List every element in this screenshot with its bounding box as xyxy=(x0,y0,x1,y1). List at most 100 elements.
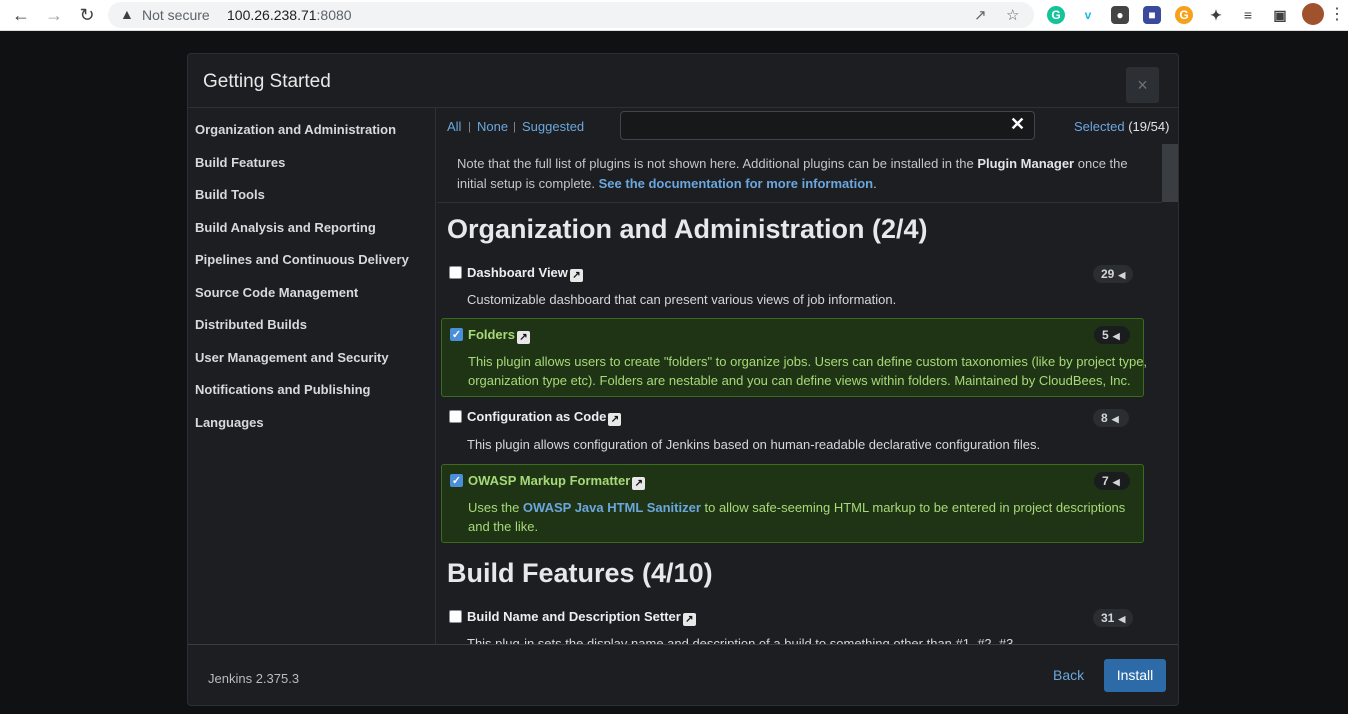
external-link-icon[interactable]: ↗ xyxy=(516,331,530,344)
spy-extension-icon[interactable]: ● xyxy=(1111,6,1129,24)
share-icon[interactable]: ↗ xyxy=(974,6,987,24)
external-link-icon[interactable]: ↗ xyxy=(608,413,622,426)
forward-arrow-icon[interactable]: → xyxy=(42,4,66,26)
caret-left-icon: ◀ xyxy=(1112,477,1120,487)
dependency-count-badge[interactable]: 29 ◀ xyxy=(1093,265,1134,283)
dialog-header: Getting Started × xyxy=(188,54,1178,108)
plugin-name[interactable]: Configuration as Code ↗ xyxy=(467,409,622,426)
plugin-description: This plug-in sets the display name and d… xyxy=(467,636,1017,644)
plugin-toolbar: All | None | Suggested ✕ Selected (19/54… xyxy=(437,108,1178,144)
clear-search-icon[interactable]: ✕ xyxy=(1010,114,1025,135)
plugin-name[interactable]: Dashboard View ↗ xyxy=(467,265,583,282)
install-button[interactable]: Install xyxy=(1104,659,1166,692)
sidebar-item-notifications[interactable]: Notifications and Publishing xyxy=(195,382,371,397)
badge-count: 7 xyxy=(1102,474,1109,488)
side-panel-icon[interactable]: ▣ xyxy=(1271,6,1289,24)
plugin-description: This plugin allows users to create "fold… xyxy=(468,354,1148,388)
documentation-link[interactable]: See the documentation for more informati… xyxy=(599,176,873,191)
select-all-link[interactable]: All xyxy=(447,119,461,134)
back-button[interactable]: Back xyxy=(1053,667,1084,683)
plugin-row[interactable]: Build Name and Description Setter ↗ 31 ◀ T… xyxy=(441,602,1144,644)
plugin-search-input[interactable] xyxy=(620,111,1035,140)
sidebar-item-user-management[interactable]: User Management and Security xyxy=(195,350,389,365)
address-bar[interactable]: ▲ Not secure 100.26.238.71:8080 ↗ ☆ xyxy=(108,2,1034,28)
plugin-checkbox[interactable] xyxy=(449,410,462,423)
plugin-list-scrollbar[interactable] xyxy=(1162,144,1178,644)
plugin-row[interactable]: ✓ OWASP Markup Formatter ↗ 7 ◀ Uses the OW… xyxy=(441,464,1144,543)
badge-count: 5 xyxy=(1102,328,1109,342)
caret-left-icon: ◀ xyxy=(1112,331,1120,341)
security-label[interactable]: Not secure xyxy=(142,7,210,23)
dependency-count-badge[interactable]: 8 ◀ xyxy=(1093,409,1129,427)
separator: | xyxy=(513,121,516,133)
sidebar-item-build-tools[interactable]: Build Tools xyxy=(195,187,265,202)
dependency-count-badge[interactable]: 7 ◀ xyxy=(1094,472,1130,490)
sidebar-item-pipelines[interactable]: Pipelines and Continuous Delivery xyxy=(195,252,409,267)
group-title-build-features: Build Features (4/10) xyxy=(447,558,713,588)
sidebar-item-build-features[interactable]: Build Features xyxy=(195,155,285,170)
selected-label: Selected xyxy=(1074,119,1125,134)
note-text: . xyxy=(873,176,877,191)
plugin-name-text: Build Name and Description Setter xyxy=(467,609,681,624)
category-sidebar: Organization and Administration Build Fe… xyxy=(188,108,436,644)
select-suggested-link[interactable]: Suggested xyxy=(522,119,584,134)
sidebar-item-build-analysis[interactable]: Build Analysis and Reporting xyxy=(195,220,376,235)
external-link-icon[interactable]: ↗ xyxy=(569,269,583,282)
plugin-manager-text: Plugin Manager xyxy=(977,156,1075,171)
badge-count: 29 xyxy=(1101,267,1115,281)
plugin-name-text: OWASP Markup Formatter xyxy=(468,473,631,488)
plugin-checkbox[interactable] xyxy=(449,266,462,279)
caret-left-icon: ◀ xyxy=(1118,614,1126,624)
select-none-link[interactable]: None xyxy=(477,119,508,134)
extensions-puzzle-icon[interactable]: ✦ xyxy=(1207,6,1225,24)
plugin-row[interactable]: Dashboard View ↗ 29 ◀ Customizable dashboa… xyxy=(441,258,1144,320)
url-host: 100.26.238.71 xyxy=(227,7,317,23)
dependency-count-badge[interactable]: 31 ◀ xyxy=(1093,609,1134,627)
url-port: :8080 xyxy=(316,7,352,23)
warning-icon[interactable]: ▲ xyxy=(120,6,134,22)
orange-extension-icon[interactable]: G xyxy=(1175,6,1193,24)
plugin-name[interactable]: Folders ↗ xyxy=(468,327,530,344)
back-arrow-icon[interactable]: ← xyxy=(9,4,33,26)
plugin-checkbox[interactable] xyxy=(449,610,462,623)
external-link-icon[interactable]: ↗ xyxy=(632,477,646,490)
plugin-name-text: Dashboard View xyxy=(467,265,568,280)
badge-count: 8 xyxy=(1101,411,1108,425)
sidebar-item-source-code[interactable]: Source Code Management xyxy=(195,285,358,300)
plugin-row[interactable]: Configuration as Code ↗ 8 ◀ This plugin al… xyxy=(441,400,1144,462)
menu-kebab-icon[interactable]: ⋮ xyxy=(1325,4,1348,26)
external-link-icon[interactable]: ↗ xyxy=(682,613,696,626)
sidebar-item-languages[interactable]: Languages xyxy=(195,415,264,430)
dependency-count-badge[interactable]: 5 ◀ xyxy=(1094,326,1130,344)
group-title-organization: Organization and Administration (2/4) xyxy=(447,214,928,244)
reading-list-icon[interactable]: ≡ xyxy=(1239,6,1257,24)
vimeo-extension-icon[interactable]: v xyxy=(1079,6,1097,24)
cube-extension-icon[interactable]: ■ xyxy=(1143,6,1161,24)
plugin-name-text: Folders xyxy=(468,327,515,342)
selected-plugins-link[interactable]: Selected (19/54) xyxy=(1074,119,1169,134)
sidebar-item-distributed-builds[interactable]: Distributed Builds xyxy=(195,317,307,332)
badge-count: 31 xyxy=(1101,611,1115,625)
scrollbar-thumb[interactable] xyxy=(1162,144,1178,202)
reload-icon[interactable]: ↻ xyxy=(75,4,99,26)
grammarly-extension-icon[interactable]: G xyxy=(1047,6,1065,24)
caret-left-icon: ◀ xyxy=(1118,270,1126,280)
sidebar-item-organization-administration[interactable]: Organization and Administration xyxy=(195,122,396,137)
dialog-title: Getting Started xyxy=(203,71,331,92)
url-text[interactable]: 100.26.238.71:8080 xyxy=(227,7,352,23)
close-button[interactable]: × xyxy=(1126,67,1159,103)
dialog-footer: Jenkins 2.375.3 Back Install xyxy=(188,644,1178,705)
bookmark-star-icon[interactable]: ☆ xyxy=(1006,6,1019,24)
plugin-description: Customizable dashboard that can present … xyxy=(467,292,897,307)
jenkins-version: Jenkins 2.375.3 xyxy=(208,671,300,686)
plugin-checkbox-checked[interactable]: ✓ xyxy=(450,328,463,341)
caret-left-icon: ◀ xyxy=(1111,414,1119,424)
profile-avatar[interactable] xyxy=(1302,3,1324,25)
plugin-checkbox-checked[interactable]: ✓ xyxy=(450,474,463,487)
plugin-row[interactable]: ✓ Folders ↗ 5 ◀ This plugin allows users t… xyxy=(441,318,1147,397)
owasp-sanitizer-link[interactable]: OWASP Java HTML Sanitizer xyxy=(523,500,701,515)
plugin-list: Note that the full list of plugins is no… xyxy=(437,144,1162,644)
plugin-name[interactable]: OWASP Markup Formatter ↗ xyxy=(468,473,646,490)
plugin-name[interactable]: Build Name and Description Setter ↗ xyxy=(467,609,696,626)
selected-count: (19/54) xyxy=(1128,119,1170,134)
